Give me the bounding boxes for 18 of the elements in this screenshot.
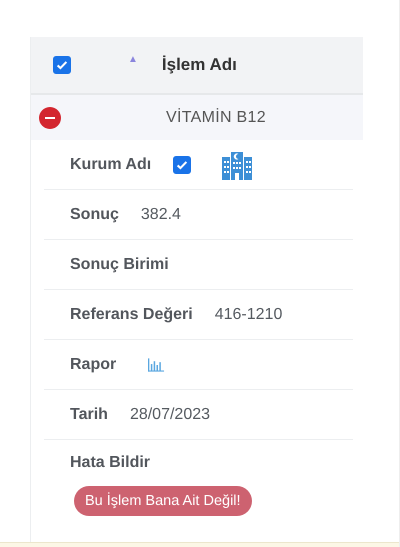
field-label: Rapor [70, 356, 116, 374]
field-value: 416-1210 [214, 306, 282, 324]
field-label: Tarih [70, 406, 108, 424]
field-label: Kurum Adı [70, 156, 152, 174]
field-label: Referans Değeri [70, 306, 193, 324]
bar-chart-icon[interactable] [148, 358, 166, 372]
sort-icon[interactable]: ▲ [128, 54, 138, 64]
field-value: 28/07/2023 [130, 406, 210, 424]
institution-checkbox[interactable] [173, 156, 192, 174]
report-error-button[interactable]: Bu İşlem Bana Ait Değil! [74, 486, 252, 516]
field-label: Hata Bildir [70, 454, 150, 472]
select-all-checkbox[interactable] [53, 56, 71, 74]
collapse-icon[interactable] [39, 107, 61, 129]
procedure-name: VİTAMİN B12 [166, 108, 266, 126]
column-header[interactable]: İşlem Adı [162, 55, 237, 75]
field-label: Sonuç [70, 206, 119, 224]
field-label: Sonuç Birimi [70, 256, 169, 274]
field-value: 382.4 [140, 206, 181, 224]
